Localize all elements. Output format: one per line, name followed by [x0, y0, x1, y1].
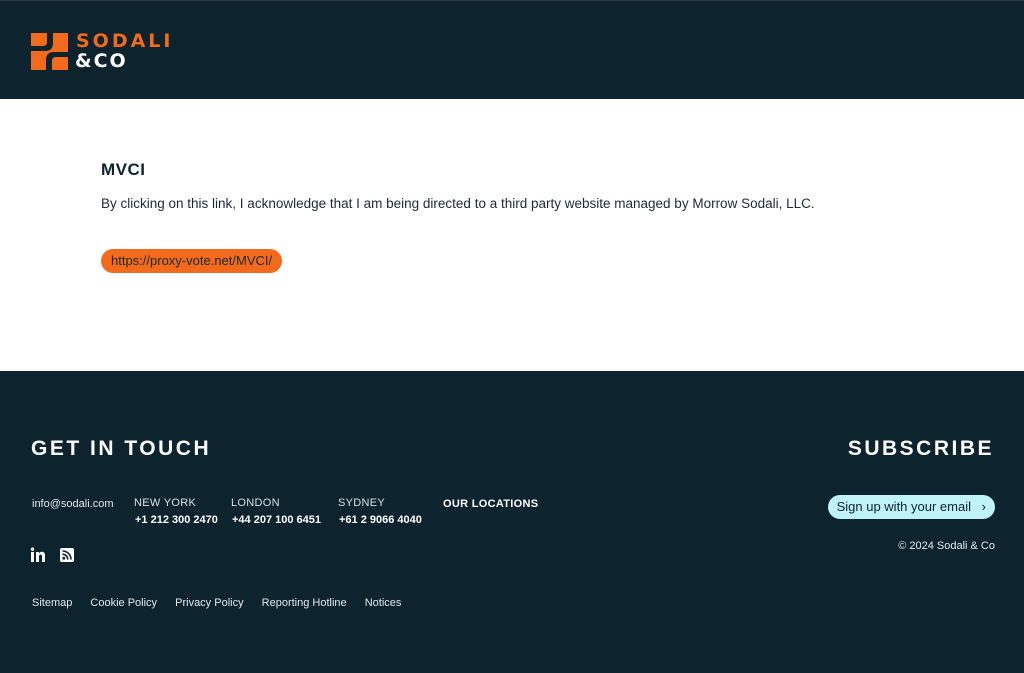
contact-email-link[interactable]: info@sodali.com: [32, 498, 113, 510]
sodali-logo[interactable]: SODALI &CO: [31, 30, 176, 72]
page-title: MVCI: [101, 160, 146, 179]
subscribe-heading: SUBSCRIBE: [847, 437, 994, 460]
location-phone-link[interactable]: +1 212 300 2470: [134, 514, 218, 526]
legal-links: Sitemap Cookie Policy Privacy Policy Rep…: [32, 597, 416, 609]
chevron-right-icon: ›: [981, 499, 986, 514]
our-locations-link[interactable]: OUR LOCATIONS: [443, 498, 538, 510]
signup-email-button[interactable]: Sign up with your email ›: [827, 495, 995, 519]
signup-label: Sign up with your email: [836, 499, 971, 514]
site-header: SODALI &CO: [0, 0, 1024, 99]
site-footer: GET IN TOUCH SUBSCRIBE info@sodali.com N…: [0, 371, 1024, 673]
location-phone-link[interactable]: +44 207 100 6451: [231, 514, 321, 526]
main-content: MVCI By clicking on this link, I acknowl…: [0, 99, 1024, 371]
get-in-touch-heading: GET IN TOUCH: [31, 437, 212, 460]
location-new-york: NEW YORK +1 212 300 2470: [134, 497, 218, 526]
reporting-hotline-link[interactable]: Reporting Hotline: [262, 597, 347, 609]
location-city: LONDON: [231, 497, 280, 509]
cookie-policy-link[interactable]: Cookie Policy: [90, 597, 157, 609]
sodali-logo-mark-icon: [31, 33, 68, 70]
location-city: NEW YORK: [134, 497, 197, 509]
sitemap-link[interactable]: Sitemap: [32, 597, 72, 609]
linkedin-icon[interactable]: [30, 547, 46, 563]
notices-link[interactable]: Notices: [365, 597, 402, 609]
proxy-vote-link-button[interactable]: https://proxy-vote.net/MVCI/: [101, 249, 283, 273]
location-sydney: SYDNEY +61 2 9066 4040: [338, 497, 422, 526]
logo-wordmark-co: &CO: [75, 50, 128, 72]
logo-wordmark-sodali: SODALI: [76, 30, 174, 52]
location-phone-link[interactable]: +61 2 9066 4040: [338, 514, 422, 526]
location-city: SYDNEY: [338, 497, 386, 509]
location-london: LONDON +44 207 100 6451: [231, 497, 321, 526]
rss-icon[interactable]: [59, 547, 75, 563]
privacy-policy-link[interactable]: Privacy Policy: [175, 597, 243, 609]
copyright-text: © 2024 Sodali & Co: [898, 540, 995, 552]
disclaimer-text: By clicking on this link, I acknowledge …: [101, 196, 815, 211]
